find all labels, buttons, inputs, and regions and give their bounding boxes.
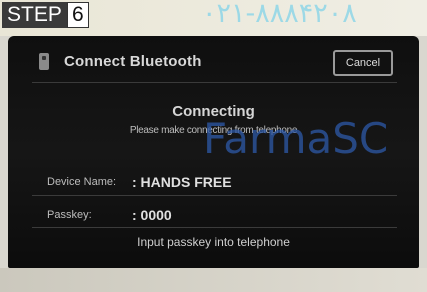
passkey-hint: Input passkey into telephone [137, 235, 290, 249]
header-divider [32, 82, 397, 83]
cancel-button[interactable]: Cancel [333, 50, 393, 76]
row-divider [32, 227, 397, 228]
row-divider [32, 195, 397, 196]
passkey-label: Passkey: [47, 209, 92, 221]
step-word: STEP [2, 2, 67, 28]
device-name-label: Device Name: [47, 176, 117, 188]
phone-icon [39, 53, 49, 70]
step-label: STEP 6 [2, 2, 89, 28]
passkey-value: : 0000 [132, 207, 172, 223]
dialog-title: Connect Bluetooth [64, 53, 202, 70]
bottom-band [0, 268, 427, 292]
bluetooth-screen: Connect Bluetooth Cancel Connecting Plea… [8, 36, 419, 268]
watermark-phone-number: ۰۲۱-۸۸۸۴۲۰۸ [202, 0, 357, 29]
step-number: 6 [66, 2, 89, 28]
watermark-brand: FarmaSC [203, 114, 389, 163]
device-name-value: : HANDS FREE [132, 174, 232, 190]
